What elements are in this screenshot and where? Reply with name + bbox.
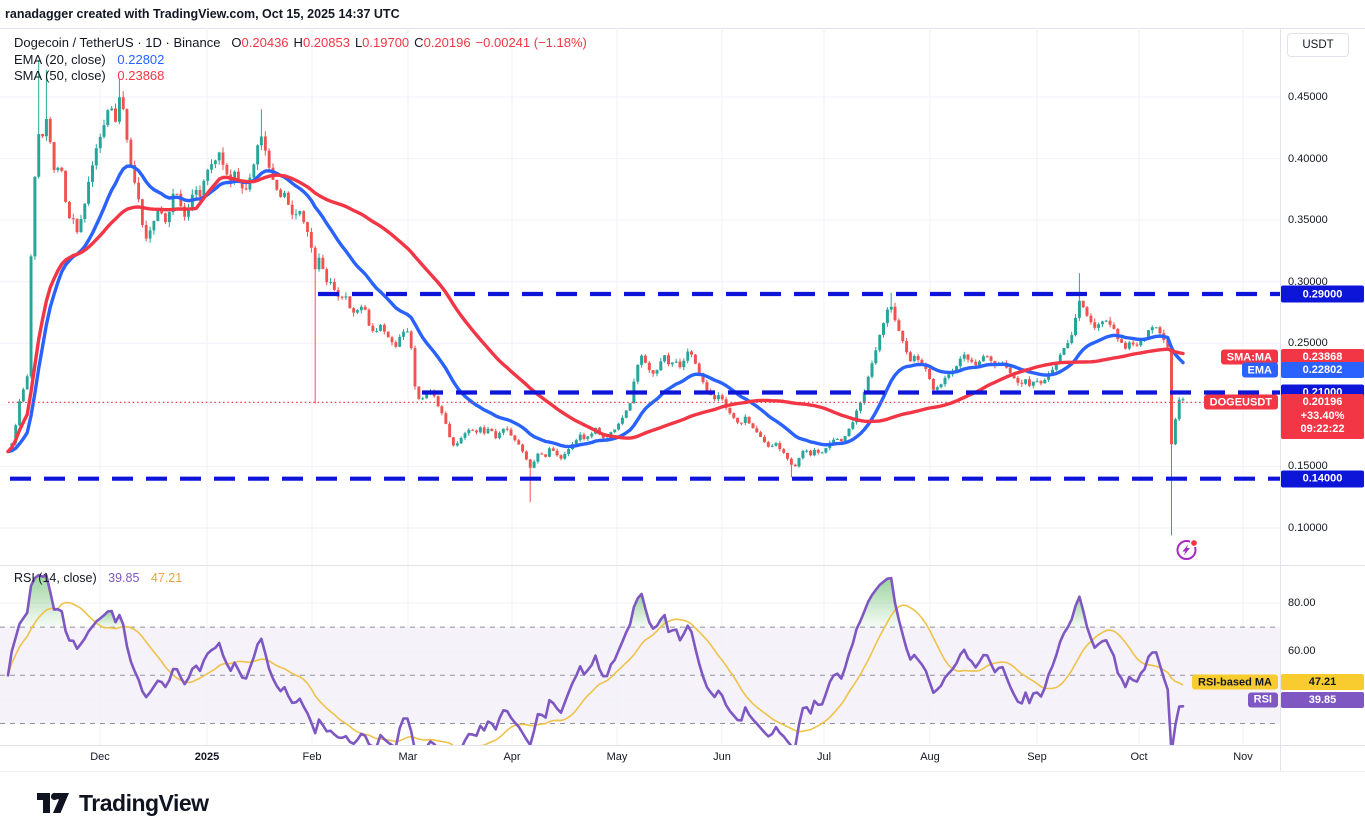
level-price-badge: 0.14000	[1281, 470, 1364, 487]
rsi-tick: 60.00	[1288, 645, 1316, 657]
last-price-badge: 0.20196 +33.40% 09:22:22	[1281, 394, 1364, 439]
sma-label: SMA (50, close)	[14, 68, 106, 83]
change-value: −0.00241 (−1.18%)	[476, 35, 587, 50]
symbol-legend-row[interactable]: Dogecoin / TetherUS · 1D · Binance O0.204…	[14, 35, 587, 52]
rsi-ma-value: 47.21	[151, 571, 182, 585]
tradingview-logo-mark	[36, 789, 70, 817]
time-label[interactable]: Nov	[1233, 751, 1253, 763]
ohlc-values: O0.20436H0.20853L0.19700C0.20196−0.00241…	[226, 35, 586, 50]
rsi-legend[interactable]: RSI (14, close) 39.85 47.21	[14, 571, 182, 585]
rsi-value: 39.85	[108, 571, 139, 585]
time-label[interactable]: 2025	[195, 751, 219, 763]
rsi-axis-value: 39.85	[1281, 692, 1364, 708]
price-tick: 0.45000	[1288, 91, 1328, 103]
time-label[interactable]: Feb	[303, 751, 322, 763]
rsi-axis-tag: RSI	[1248, 692, 1278, 707]
currency-toggle-button[interactable]: USDT	[1287, 33, 1349, 57]
chart-bottom-border	[0, 771, 1365, 772]
time-label[interactable]: Jun	[713, 751, 731, 763]
credit-line: ranadagger created with TradingView.com,…	[5, 7, 400, 21]
ema-value: 0.22802	[117, 52, 164, 67]
ema-legend-row[interactable]: EMA (20, close) 0.22802	[14, 52, 587, 69]
time-label[interactable]: Mar	[399, 751, 418, 763]
tradingview-logo-text: TradingView	[79, 790, 209, 817]
time-axis-border	[0, 745, 1365, 746]
symbol-price-tag: DOGEUSDT	[1204, 395, 1278, 410]
tradingview-logo[interactable]: TradingView	[36, 789, 209, 817]
last-price-value: 0.20196	[1281, 396, 1364, 410]
pane-divider[interactable]	[0, 565, 1365, 566]
change-percent: +33.40%	[1281, 410, 1364, 424]
chart-legend[interactable]: Dogecoin / TetherUS · 1D · Binance O0.204…	[14, 35, 587, 85]
price-tick: 0.25000	[1288, 337, 1328, 349]
rsi-ma-axis-value: 47.21	[1281, 674, 1364, 690]
sma-legend-row[interactable]: SMA (50, close) 0.23868	[14, 68, 587, 85]
price-tick: 0.40000	[1288, 153, 1328, 165]
time-label[interactable]: May	[607, 751, 628, 763]
sma-value: 0.23868	[117, 68, 164, 83]
time-label[interactable]: Sep	[1027, 751, 1047, 763]
ema-axis-value: 0.22802	[1281, 362, 1364, 378]
rsi-tick: 80.00	[1288, 597, 1316, 609]
main-price-pane[interactable]	[0, 28, 1280, 565]
time-label[interactable]: Apr	[503, 751, 520, 763]
ema-axis-tag: EMA	[1242, 363, 1278, 378]
time-label[interactable]: Oct	[1130, 751, 1147, 763]
time-label[interactable]: Dec	[90, 751, 110, 763]
time-label[interactable]: Jul	[817, 751, 831, 763]
bar-countdown: 09:22:22	[1281, 423, 1364, 437]
rsi-ma-axis-tag: RSI-based MA	[1192, 675, 1278, 690]
tradingview-chart-screenshot: ranadagger created with TradingView.com,…	[0, 0, 1365, 833]
rsi-pane[interactable]	[0, 566, 1280, 745]
price-tick: 0.35000	[1288, 214, 1328, 226]
time-label[interactable]: Aug	[920, 751, 940, 763]
flash-marker-icon[interactable]	[1175, 538, 1199, 562]
notification-dot	[1190, 539, 1197, 546]
rsi-title: RSI (14, close)	[14, 571, 97, 585]
symbol-title[interactable]: Dogecoin / TetherUS · 1D · Binance	[14, 35, 220, 50]
price-tick: 0.10000	[1288, 522, 1328, 534]
level-price-badge: 0.29000	[1281, 286, 1364, 303]
ema-label: EMA (20, close)	[14, 52, 106, 67]
